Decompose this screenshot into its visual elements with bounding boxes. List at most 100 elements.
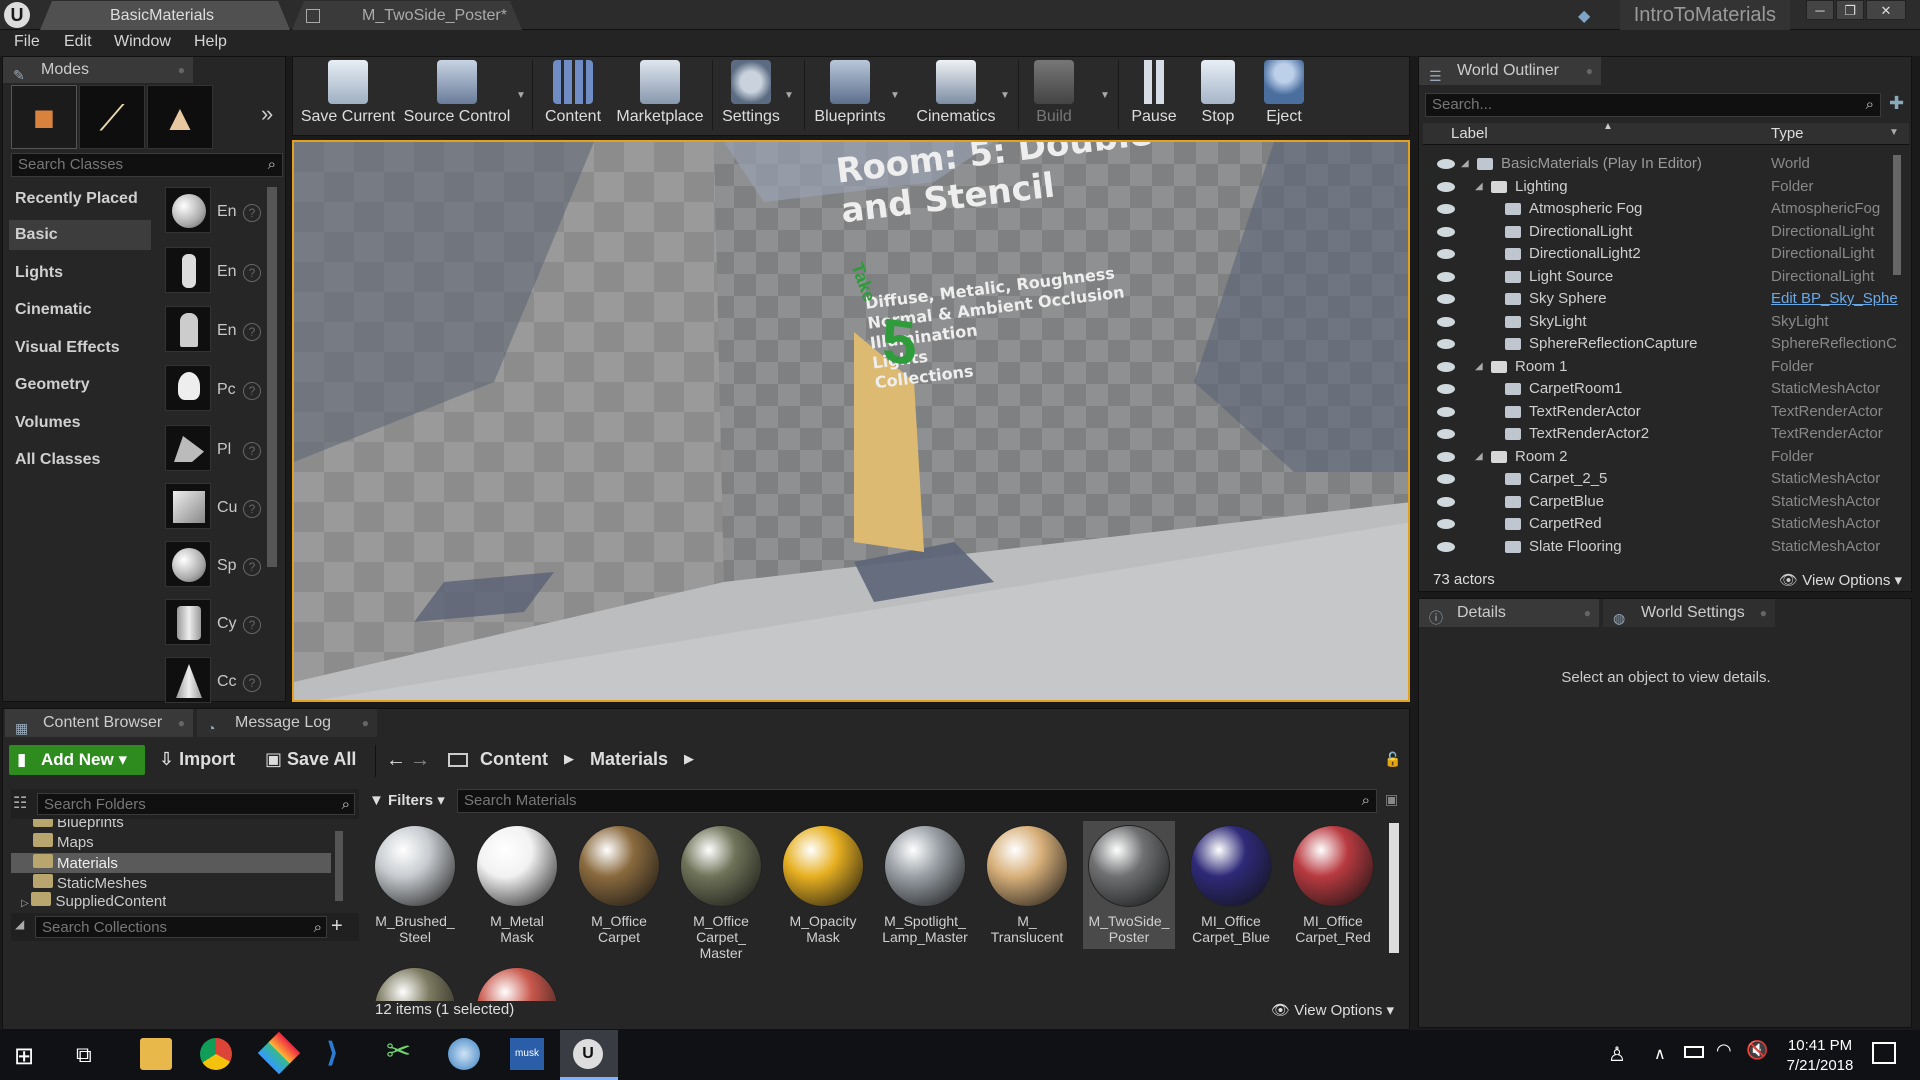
settings-dropdown-icon[interactable]: ▼ (784, 90, 794, 101)
outliner-row[interactable]: Sky Sphere Edit BP_Sky_Sphe (1423, 288, 1898, 311)
close-icon[interactable]: ● (362, 709, 369, 737)
back-icon[interactable]: ← (386, 749, 406, 772)
unreal-taskbar-button[interactable]: U (560, 1030, 618, 1080)
visibility-eye-icon[interactable] (1437, 294, 1455, 304)
add-collection-icon[interactable]: + (331, 915, 343, 938)
material-thumbnail[interactable] (374, 967, 456, 1001)
visibility-eye-icon[interactable] (1437, 429, 1455, 439)
outliner-search-input[interactable]: Search... ⌕ (1425, 93, 1881, 117)
help-icon[interactable]: ? (243, 674, 261, 692)
settings-button[interactable]: Settings (718, 60, 784, 132)
close-button[interactable]: ✕ (1866, 0, 1906, 20)
tab-content-browser[interactable]: ▦ Content Browser ● (5, 709, 193, 737)
visibility-eye-icon[interactable] (1437, 159, 1455, 169)
folder-item[interactable]: Maps (33, 833, 94, 851)
tray-expand-icon[interactable]: ∧ (1654, 1044, 1666, 1064)
visibility-eye-icon[interactable] (1437, 541, 1455, 552)
toggle-sources-icon[interactable]: ☷ (13, 793, 27, 813)
close-icon[interactable]: ● (178, 57, 185, 83)
visibility-eye-icon[interactable] (1437, 181, 1455, 192)
place-mode-button[interactable]: ■ (11, 85, 77, 149)
marketplace-button[interactable]: Marketplace (612, 60, 708, 132)
outliner-row[interactable]: Slate Flooring StaticMeshActor (1423, 536, 1893, 559)
volume-muted-icon[interactable]: 🔇 (1746, 1040, 1768, 1061)
material-asset[interactable]: MI_Office Carpet_Blue (1185, 821, 1277, 949)
expand-arrow-icon[interactable]: ◢ (1461, 153, 1469, 176)
folder-item[interactable]: Blueprints (33, 819, 124, 831)
material-thumbnail[interactable] (476, 967, 558, 1001)
visibility-eye-icon[interactable] (1437, 474, 1455, 484)
asset-view-options-button[interactable]: 👁 View Options ▾ (1271, 1001, 1394, 1019)
cinematics-button[interactable]: Cinematics (910, 60, 1002, 132)
outliner-row[interactable]: TextRenderActor2 TextRenderActor (1423, 423, 1893, 446)
place-item[interactable] (165, 599, 211, 645)
maximize-button[interactable]: ❐ (1836, 0, 1864, 20)
folder-scrollbar[interactable] (335, 831, 343, 901)
eject-button[interactable]: Eject (1254, 60, 1314, 132)
visibility-eye-icon[interactable] (1437, 316, 1455, 327)
paint-mode-button[interactable]: ⟋ (79, 85, 145, 149)
outliner-row[interactable]: ◢ Room 2 Folder (1423, 446, 1893, 469)
help-icon[interactable]: ? (243, 204, 261, 222)
menu-file[interactable]: File (14, 33, 40, 51)
material-asset[interactable]: M_ Translucent (981, 821, 1073, 949)
close-icon[interactable]: ● (1760, 599, 1767, 627)
material-asset[interactable]: M_TwoSide_ Poster (1083, 821, 1175, 949)
notifications-icon[interactable] (1872, 1042, 1896, 1064)
visibility-eye-icon[interactable] (1437, 496, 1455, 507)
vscode-icon[interactable]: ⟩ (326, 1036, 339, 1069)
git-client-icon[interactable] (257, 1031, 301, 1075)
place-item[interactable] (165, 541, 211, 587)
search-assets-input[interactable]: Search Materials ⌕ (457, 789, 1377, 813)
close-icon[interactable]: ● (1584, 599, 1591, 627)
expand-arrow-icon[interactable]: ◢ (1475, 176, 1483, 199)
import-button[interactable]: ⇩ Import (159, 749, 235, 770)
visibility-eye-icon[interactable] (1437, 271, 1455, 282)
music-app-icon[interactable]: musk (510, 1038, 544, 1070)
source-control-dropdown-icon[interactable]: ▼ (516, 90, 526, 101)
breadcrumb-separator-icon[interactable]: ▶ (564, 751, 574, 767)
tab-m-twoside-poster[interactable]: M_TwoSide_Poster* (292, 1, 522, 30)
save-current-button[interactable]: Save Current (300, 60, 396, 132)
windows-start-icon[interactable]: ⊞ (14, 1042, 34, 1071)
outliner-row[interactable]: TextRenderActor TextRenderActor (1423, 401, 1893, 424)
place-item[interactable] (165, 306, 211, 352)
breadcrumb-materials[interactable]: Materials (590, 749, 668, 770)
visibility-eye-icon[interactable] (1437, 204, 1455, 214)
minimize-button[interactable]: ─ (1806, 0, 1834, 20)
tab-world-settings[interactable]: ◍ World Settings ● (1603, 599, 1775, 627)
build-dropdown-icon[interactable]: ▼ (1100, 90, 1110, 101)
place-item[interactable] (165, 187, 211, 233)
place-item[interactable] (165, 657, 211, 703)
material-asset[interactable]: M_Office Carpet_ Master (675, 821, 767, 961)
material-asset[interactable]: M_Opacity Mask (777, 821, 869, 949)
close-icon[interactable]: ● (178, 709, 185, 737)
visibility-eye-icon[interactable] (1437, 339, 1455, 349)
modes-scrollbar[interactable] (267, 187, 277, 567)
blueprints-dropdown-icon[interactable]: ▼ (890, 90, 900, 101)
help-icon[interactable]: ? (243, 442, 261, 460)
category-basic[interactable]: Basic (9, 220, 151, 250)
cinematics-dropdown-icon[interactable]: ▼ (1000, 90, 1010, 101)
place-item[interactable] (165, 483, 211, 529)
place-item[interactable] (165, 247, 211, 293)
level-viewport[interactable]: Room: 5: Double Sided and Stencil Diffus… (292, 140, 1410, 702)
help-icon[interactable]: ? (243, 500, 261, 518)
content-button[interactable]: Content (538, 60, 608, 132)
outliner-row[interactable]: ◢ Lighting Folder (1423, 176, 1893, 199)
visibility-eye-icon[interactable] (1437, 406, 1455, 417)
outliner-row[interactable]: Carpet_2_5 StaticMeshActor (1423, 468, 1893, 491)
close-icon[interactable]: ● (1586, 57, 1593, 85)
filters-button[interactable]: ▼ Filters ▾ (369, 791, 445, 809)
outliner-row[interactable]: DirectionalLight DirectionalLight (1423, 221, 1893, 244)
help-icon[interactable]: ? (243, 264, 261, 282)
place-item[interactable] (165, 365, 211, 411)
lock-icon[interactable]: 🔓 (1384, 751, 1401, 768)
outliner-row[interactable]: CarpetRed StaticMeshActor (1423, 513, 1893, 536)
save-search-icon[interactable]: ▣ (1385, 791, 1398, 808)
build-button[interactable]: Build (1024, 60, 1084, 132)
outliner-row[interactable]: ◢ Room 1 Folder (1423, 356, 1893, 379)
category-geometry[interactable]: Geometry (15, 376, 90, 394)
breadcrumb-separator-icon[interactable]: ▶ (684, 751, 694, 767)
outliner-row[interactable]: Atmospheric Fog AtmosphericFog (1423, 198, 1893, 221)
